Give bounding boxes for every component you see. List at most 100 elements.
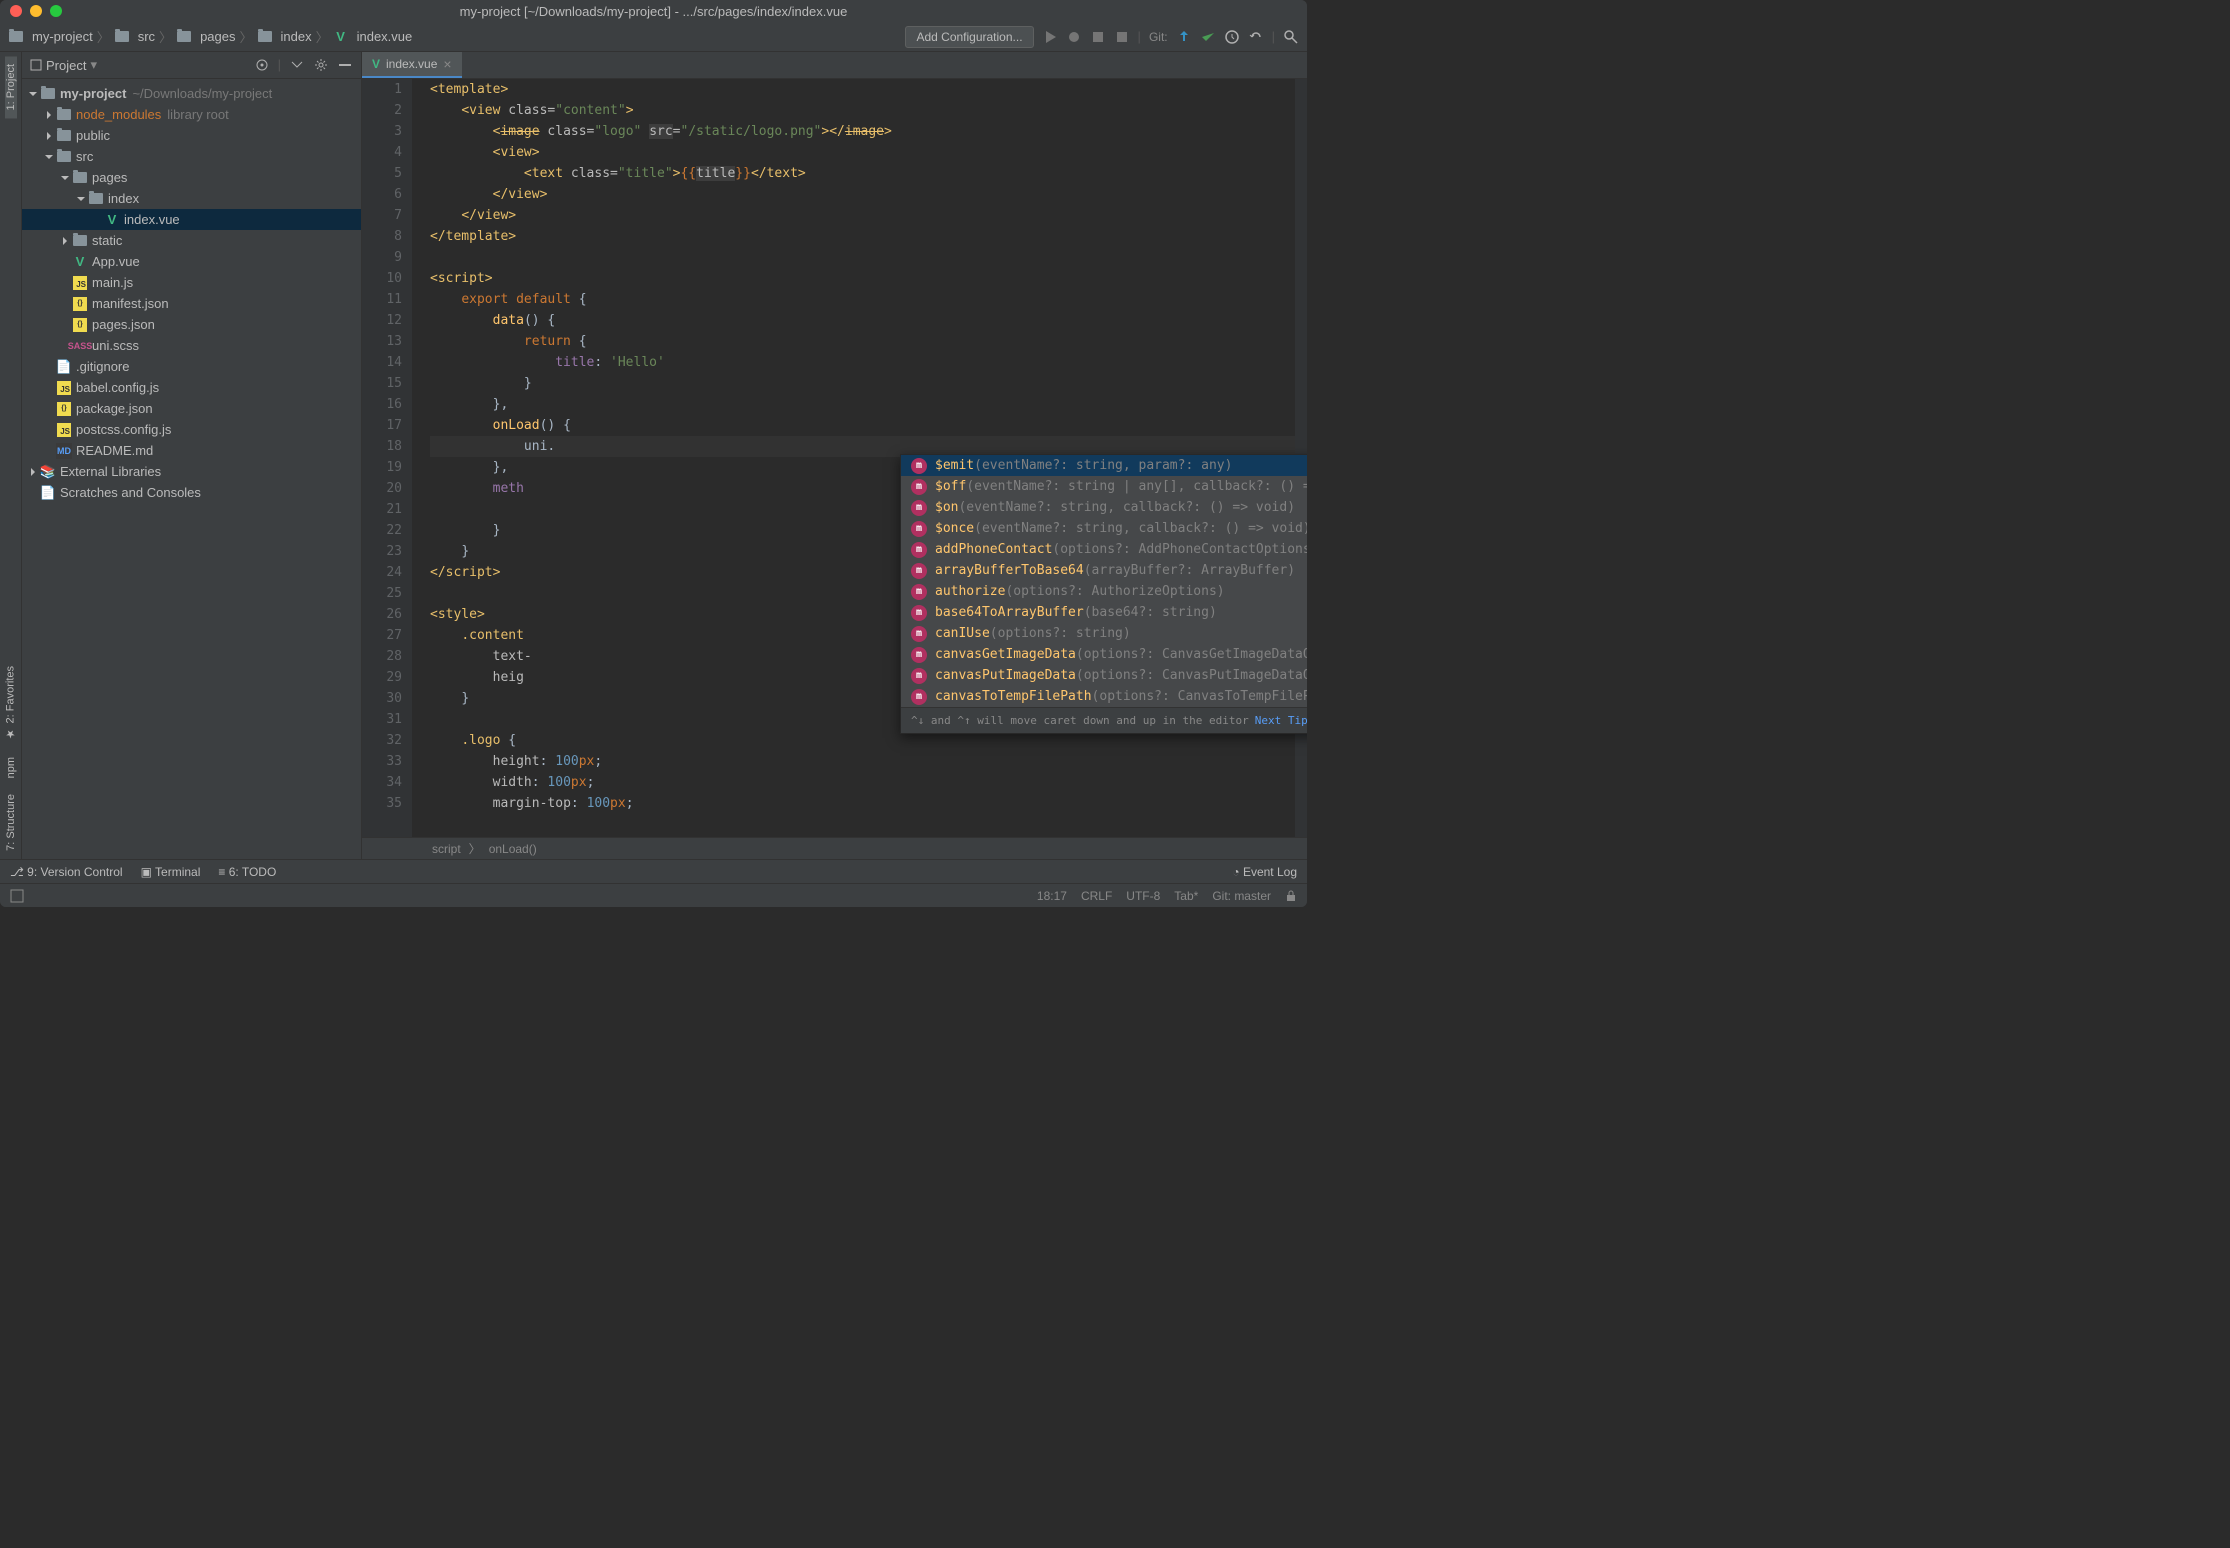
breadcrumb: my-project 〉 src 〉 pages 〉 index 〉 V ind… [8,27,901,46]
breadcrumb-item[interactable]: index [257,29,312,45]
status-git[interactable]: Git: master [1212,889,1271,903]
next-tip-link[interactable]: Next Tip [1255,710,1307,731]
sidebar-header: Project ▾ | [22,52,361,79]
autocomplete-item[interactable]: mauthorize(options?: AuthorizeOptions)vo… [901,581,1307,602]
lock-icon[interactable] [1285,890,1297,902]
tree-item[interactable]: JSpostcss.config.js [22,419,361,440]
sidebar-title[interactable]: Project ▾ [30,57,248,73]
breadcrumb-node[interactable]: script [432,842,461,856]
git-commit-icon[interactable] [1200,29,1216,45]
expand-icon[interactable] [289,57,305,73]
chevron-right-icon [28,467,38,477]
status-line-ending[interactable]: CRLF [1081,889,1112,903]
terminal-tool-button[interactable]: ▣ Terminal [141,865,201,879]
search-icon[interactable] [1283,29,1299,45]
favorites-tool-button[interactable]: ★ 2: Favorites [4,658,17,748]
method-badge-icon: m [911,479,927,495]
status-bar-icon[interactable] [10,889,24,903]
tree-item[interactable]: MDREADME.md [22,440,361,461]
run-icon[interactable] [1042,29,1058,45]
autocomplete-item[interactable]: mcanIUse(options?: string)boolean [901,623,1307,644]
breadcrumb-item[interactable]: src [114,29,155,45]
project-tree[interactable]: my-project ~/Downloads/my-project node_m… [22,79,361,859]
chevron-down-icon [60,173,70,183]
tree-item[interactable]: static [22,230,361,251]
autocomplete-popup[interactable]: m$emit(eventName?: string, param?: any)v… [900,454,1307,734]
status-encoding[interactable]: UTF-8 [1126,889,1160,903]
autocomplete-item[interactable]: marrayBufferToBase64(arrayBuffer?: Array… [901,560,1307,581]
autocomplete-item[interactable]: m$emit(eventName?: string, param?: any)v… [901,455,1307,476]
tree-item[interactable]: JSmain.js [22,272,361,293]
tree-item[interactable]: public [22,125,361,146]
minimize-window-button[interactable] [30,5,42,17]
chevron-right-icon [44,110,54,120]
chevron-down-icon [76,194,86,204]
tree-item[interactable]: {}manifest.json [22,293,361,314]
tree-item[interactable]: src [22,146,361,167]
autocomplete-item[interactable]: mbase64ToArrayBuffer(base64?: string)Arr… [901,602,1307,623]
tree-item[interactable]: index [22,188,361,209]
tree-item[interactable]: pages [22,167,361,188]
method-badge-icon: m [911,668,927,684]
autocomplete-item[interactable]: mcanvasGetImageData(options?: CanvasGetI… [901,644,1307,665]
breadcrumb-node[interactable]: onLoad() [489,842,537,856]
locate-icon[interactable] [254,57,270,73]
chevron-down-icon [28,89,38,99]
left-tool-gutter: 1: Project ★ 2: Favorites npm 7: Structu… [0,52,22,859]
gear-icon[interactable] [313,57,329,73]
structure-tool-button[interactable]: 7: Structure [5,786,17,859]
autocomplete-item[interactable]: mcanvasToTempFilePath(options?: CanvasTo… [901,686,1307,707]
folder-icon [177,31,191,42]
method-badge-icon: m [911,500,927,516]
breadcrumb-item[interactable]: V index.vue [333,29,413,45]
maximize-window-button[interactable] [50,5,62,17]
breadcrumb-item[interactable]: pages [176,29,235,45]
status-time: 18:17 [1037,889,1067,903]
folder-icon [57,109,71,120]
autocomplete-item[interactable]: m$off(eventName?: string | any[], callba… [901,476,1307,497]
status-indent[interactable]: Tab* [1174,889,1198,903]
add-configuration-button[interactable]: Add Configuration... [905,26,1033,48]
tree-item[interactable]: VApp.vue [22,251,361,272]
autocomplete-item[interactable]: m$on(eventName?: string, callback?: () =… [901,497,1307,518]
window-title: my-project [~/Downloads/my-project] - ..… [10,4,1297,19]
folder-icon [57,151,71,162]
scratches[interactable]: 📄 Scratches and Consoles [22,482,361,503]
tree-item[interactable]: JSbabel.config.js [22,377,361,398]
version-control-tool-button[interactable]: ⎇ 9: Version Control [10,865,123,879]
close-tab-icon[interactable]: × [443,56,451,72]
stop-icon[interactable] [1114,29,1130,45]
git-history-icon[interactable] [1224,29,1240,45]
coverage-icon[interactable] [1090,29,1106,45]
folder-icon [41,88,55,99]
tree-item[interactable]: node_moduleslibrary root [22,104,361,125]
tree-root[interactable]: my-project ~/Downloads/my-project [22,83,361,104]
library-icon: 📚 [40,464,56,480]
todo-tool-button[interactable]: ≡ 6: TODO [218,865,276,879]
debug-icon[interactable] [1066,29,1082,45]
autocomplete-item[interactable]: mcanvasPutImageData(options?: CanvasPutI… [901,665,1307,686]
git-label: Git: [1149,30,1168,44]
tree-item[interactable]: {}pages.json [22,314,361,335]
tree-item[interactable]: 📄.gitignore [22,356,361,377]
method-badge-icon: m [911,584,927,600]
method-badge-icon: m [911,647,927,663]
npm-tool-button[interactable]: npm [5,749,17,786]
autocomplete-item[interactable]: maddPhoneContact(options?: AddPhoneConta… [901,539,1307,560]
project-tool-button[interactable]: 1: Project [5,56,17,118]
tree-item[interactable]: Vindex.vue [22,209,361,230]
autocomplete-item[interactable]: m$once(eventName?: string, callback?: ()… [901,518,1307,539]
editor-body[interactable]: 1234567891011121314151617181920212223242… [362,79,1307,837]
editor-tab[interactable]: V index.vue × [362,52,462,78]
event-log-button[interactable]: ◔ Event Log [1232,865,1297,879]
git-update-icon[interactable] [1176,29,1192,45]
breadcrumb-item[interactable]: my-project [8,29,93,45]
folder-icon [57,130,71,141]
git-revert-icon[interactable] [1248,29,1264,45]
hide-icon[interactable] [337,57,353,73]
tree-item[interactable]: SASSuni.scss [22,335,361,356]
close-window-button[interactable] [10,5,22,17]
js-icon: JS [57,423,71,437]
tree-item[interactable]: {}package.json [22,398,361,419]
external-libraries[interactable]: 📚 External Libraries [22,461,361,482]
